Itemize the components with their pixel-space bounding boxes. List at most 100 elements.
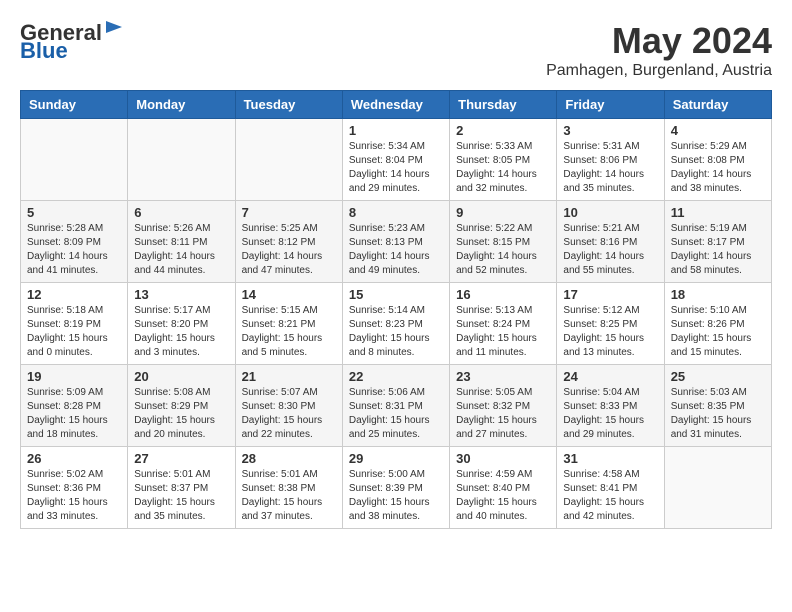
calendar-cell: 25 Sunrise: 5:03 AM Sunset: 8:35 PM Dayli… — [664, 365, 771, 447]
day-content: Sunrise: 5:04 AM Sunset: 8:33 PM Dayligh… — [563, 386, 657, 442]
day-content: Sunrise: 5:09 AM Sunset: 8:28 PM Dayligh… — [27, 386, 121, 442]
calendar-cell: 17 Sunrise: 5:12 AM Sunset: 8:25 PM Dayli… — [557, 283, 664, 365]
day-number: 25 — [671, 369, 765, 384]
day-number: 5 — [27, 205, 121, 220]
calendar-cell — [664, 447, 771, 529]
day-number: 6 — [134, 205, 228, 220]
calendar-cell: 9 Sunrise: 5:22 AM Sunset: 8:15 PM Daylig… — [450, 201, 557, 283]
calendar-cell: 18 Sunrise: 5:10 AM Sunset: 8:26 PM Dayli… — [664, 283, 771, 365]
calendar-cell: 10Sunrise: 5:21 AM Sunset: 8:16 PM Dayli… — [557, 201, 664, 283]
calendar-cell: 1Sunrise: 5:34 AM Sunset: 8:04 PM Daylig… — [342, 119, 449, 201]
calendar-cell: 2Sunrise: 5:33 AM Sunset: 8:05 PM Daylig… — [450, 119, 557, 201]
calendar-cell — [235, 119, 342, 201]
calendar-cell: 26 Sunrise: 5:02 AM Sunset: 8:36 PM Dayli… — [21, 447, 128, 529]
day-number: 29 — [349, 451, 443, 466]
weekday-header-row: SundayMondayTuesdayWednesdayThursdayFrid… — [21, 91, 772, 119]
day-content: Sunrise: 5:02 AM Sunset: 8:36 PM Dayligh… — [27, 468, 121, 524]
location-title: Pamhagen, Burgenland, Austria — [546, 62, 772, 80]
day-content: Sunrise: 5:34 AM Sunset: 8:04 PM Dayligh… — [349, 140, 443, 196]
calendar-cell — [21, 119, 128, 201]
day-number: 13 — [134, 287, 228, 302]
weekday-header-sunday: Sunday — [21, 91, 128, 119]
day-number: 30 — [456, 451, 550, 466]
day-number: 28 — [242, 451, 336, 466]
day-number: 14 — [242, 287, 336, 302]
day-content: Sunrise: 5:18 AM Sunset: 8:19 PM Dayligh… — [27, 304, 121, 360]
day-content: Sunrise: 5:22 AM Sunset: 8:15 PM Dayligh… — [456, 222, 550, 278]
weekday-header-saturday: Saturday — [664, 91, 771, 119]
logo-blue-text: Blue — [20, 38, 68, 64]
day-number: 27 — [134, 451, 228, 466]
day-content: Sunrise: 5:01 AM Sunset: 8:38 PM Dayligh… — [242, 468, 336, 524]
weekday-header-thursday: Thursday — [450, 91, 557, 119]
title-area: May 2024 Pamhagen, Burgenland, Austria — [546, 20, 772, 80]
day-content: Sunrise: 5:12 AM Sunset: 8:25 PM Dayligh… — [563, 304, 657, 360]
day-content: Sunrise: 5:00 AM Sunset: 8:39 PM Dayligh… — [349, 468, 443, 524]
calendar-cell: 7Sunrise: 5:25 AM Sunset: 8:12 PM Daylig… — [235, 201, 342, 283]
weekday-header-tuesday: Tuesday — [235, 91, 342, 119]
day-content: Sunrise: 5:14 AM Sunset: 8:23 PM Dayligh… — [349, 304, 443, 360]
day-content: Sunrise: 5:07 AM Sunset: 8:30 PM Dayligh… — [242, 386, 336, 442]
day-content: Sunrise: 4:59 AM Sunset: 8:40 PM Dayligh… — [456, 468, 550, 524]
day-content: Sunrise: 5:26 AM Sunset: 8:11 PM Dayligh… — [134, 222, 228, 278]
logo: General Blue — [20, 20, 124, 64]
day-number: 21 — [242, 369, 336, 384]
calendar-cell: 11Sunrise: 5:19 AM Sunset: 8:17 PM Dayli… — [664, 201, 771, 283]
day-number: 4 — [671, 123, 765, 138]
day-number: 22 — [349, 369, 443, 384]
day-number: 11 — [671, 205, 765, 220]
calendar-cell: 20Sunrise: 5:08 AM Sunset: 8:29 PM Dayli… — [128, 365, 235, 447]
day-content: Sunrise: 5:08 AM Sunset: 8:29 PM Dayligh… — [134, 386, 228, 442]
day-content: Sunrise: 5:06 AM Sunset: 8:31 PM Dayligh… — [349, 386, 443, 442]
calendar-cell: 23 Sunrise: 5:05 AM Sunset: 8:32 PM Dayli… — [450, 365, 557, 447]
calendar-cell: 31 Sunrise: 4:58 AM Sunset: 8:41 PM Dayli… — [557, 447, 664, 529]
calendar-cell: 21 Sunrise: 5:07 AM Sunset: 8:30 PM Dayli… — [235, 365, 342, 447]
day-content: Sunrise: 5:23 AM Sunset: 8:13 PM Dayligh… — [349, 222, 443, 278]
day-number: 7 — [242, 205, 336, 220]
calendar-cell: 6 Sunrise: 5:26 AM Sunset: 8:11 PM Daylig… — [128, 201, 235, 283]
calendar-cell: 19 Sunrise: 5:09 AM Sunset: 8:28 PM Dayli… — [21, 365, 128, 447]
calendar-cell: 4 Sunrise: 5:29 AM Sunset: 8:08 PM Daylig… — [664, 119, 771, 201]
calendar-cell: 13 Sunrise: 5:17 AM Sunset: 8:20 PM Dayli… — [128, 283, 235, 365]
day-number: 19 — [27, 369, 121, 384]
week-row-1: 5 Sunrise: 5:28 AM Sunset: 8:09 PM Daylig… — [21, 201, 772, 283]
calendar-cell: 14 Sunrise: 5:15 AM Sunset: 8:21 PM Dayli… — [235, 283, 342, 365]
calendar-cell: 5 Sunrise: 5:28 AM Sunset: 8:09 PM Daylig… — [21, 201, 128, 283]
day-content: Sunrise: 5:05 AM Sunset: 8:32 PM Dayligh… — [456, 386, 550, 442]
calendar-cell: 12Sunrise: 5:18 AM Sunset: 8:19 PM Dayli… — [21, 283, 128, 365]
month-title: May 2024 — [546, 20, 772, 62]
calendar-cell: 28 Sunrise: 5:01 AM Sunset: 8:38 PM Dayli… — [235, 447, 342, 529]
day-content: Sunrise: 5:28 AM Sunset: 8:09 PM Dayligh… — [27, 222, 121, 278]
calendar-cell: 30 Sunrise: 4:59 AM Sunset: 8:40 PM Dayli… — [450, 447, 557, 529]
day-number: 8 — [349, 205, 443, 220]
day-content: Sunrise: 5:03 AM Sunset: 8:35 PM Dayligh… — [671, 386, 765, 442]
day-content: Sunrise: 5:29 AM Sunset: 8:08 PM Dayligh… — [671, 140, 765, 196]
calendar-cell: 8 Sunrise: 5:23 AM Sunset: 8:13 PM Daylig… — [342, 201, 449, 283]
calendar-cell — [128, 119, 235, 201]
weekday-header-wednesday: Wednesday — [342, 91, 449, 119]
day-number: 9 — [456, 205, 550, 220]
day-content: Sunrise: 5:10 AM Sunset: 8:26 PM Dayligh… — [671, 304, 765, 360]
day-content: Sunrise: 5:15 AM Sunset: 8:21 PM Dayligh… — [242, 304, 336, 360]
calendar-cell: 27Sunrise: 5:01 AM Sunset: 8:37 PM Dayli… — [128, 447, 235, 529]
week-row-3: 19 Sunrise: 5:09 AM Sunset: 8:28 PM Dayli… — [21, 365, 772, 447]
weekday-header-friday: Friday — [557, 91, 664, 119]
day-number: 3 — [563, 123, 657, 138]
calendar-cell: 3 Sunrise: 5:31 AM Sunset: 8:06 PM Daylig… — [557, 119, 664, 201]
calendar-cell: 29 Sunrise: 5:00 AM Sunset: 8:39 PM Dayli… — [342, 447, 449, 529]
day-content: Sunrise: 5:31 AM Sunset: 8:06 PM Dayligh… — [563, 140, 657, 196]
logo-flag-icon — [104, 19, 124, 39]
day-number: 10 — [563, 205, 657, 220]
day-number: 26 — [27, 451, 121, 466]
calendar-cell: 22 Sunrise: 5:06 AM Sunset: 8:31 PM Dayli… — [342, 365, 449, 447]
day-number: 18 — [671, 287, 765, 302]
day-content: Sunrise: 4:58 AM Sunset: 8:41 PM Dayligh… — [563, 468, 657, 524]
day-number: 17 — [563, 287, 657, 302]
day-number: 31 — [563, 451, 657, 466]
week-row-0: 1Sunrise: 5:34 AM Sunset: 8:04 PM Daylig… — [21, 119, 772, 201]
day-content: Sunrise: 5:17 AM Sunset: 8:20 PM Dayligh… — [134, 304, 228, 360]
week-row-4: 26 Sunrise: 5:02 AM Sunset: 8:36 PM Dayli… — [21, 447, 772, 529]
calendar-cell: 24Sunrise: 5:04 AM Sunset: 8:33 PM Dayli… — [557, 365, 664, 447]
day-number: 15 — [349, 287, 443, 302]
day-number: 23 — [456, 369, 550, 384]
